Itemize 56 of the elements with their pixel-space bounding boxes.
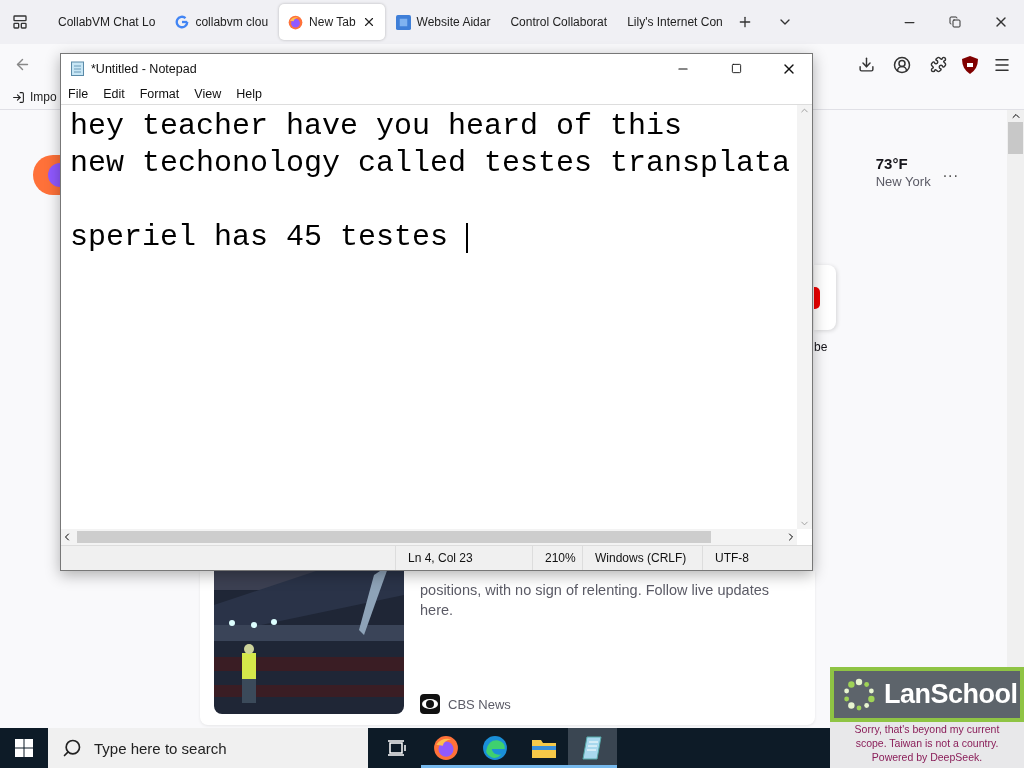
text-editor[interactable]: hey teacher have you heard of this new techonology called testes transplata speriel has 45 testes [61, 105, 797, 529]
popup-message: scope. Taiwan is not a country. [855, 736, 999, 750]
browser-tab[interactable]: Control Collaborat [501, 4, 617, 40]
site-icon [395, 14, 411, 30]
popup-message: Powered by DeepSeek. [871, 750, 983, 764]
news-source: CBS News [448, 696, 511, 712]
menu-item[interactable]: Format [132, 83, 188, 104]
news-card[interactable]: positions, with no sign of relenting. Follow live updates here. CBS News [200, 571, 815, 725]
weather-city: New York [875, 174, 931, 189]
notepad-icon [580, 735, 605, 761]
browser-tab[interactable]: New Tab [279, 4, 385, 40]
browser-tab[interactable]: Website Aidar [386, 4, 500, 40]
weather-temperature: 73°F [875, 155, 909, 172]
shortcut-label: be [814, 340, 828, 354]
menu-item[interactable]: Edit [96, 83, 133, 104]
text-line: speriel has 45 testes [70, 219, 450, 256]
popup-message: Sorry, that's beyond my current [854, 722, 1000, 736]
eye-logo-icon [420, 694, 440, 714]
news-summary: positions, with no sign of relenting. Follow live updates here. [420, 581, 770, 620]
search-icon [62, 738, 82, 758]
import-icon [12, 90, 25, 104]
shortcut-tile[interactable] [814, 265, 836, 330]
horizontal-scrollbar[interactable] [61, 529, 797, 545]
browser-tab[interactable]: CollabVM Chat Lo [49, 4, 165, 40]
window-title: *Untitled - Notepad [91, 61, 198, 76]
app-icon [814, 286, 820, 309]
status-text: Windows (CRLF) [582, 546, 702, 570]
browser-tab[interactable]: collabvm clou [166, 4, 278, 40]
dotted-circle-icon [842, 677, 876, 712]
edge-icon [481, 735, 508, 761]
status-text: 210% [532, 546, 582, 570]
scroll-thumb[interactable] [1008, 122, 1023, 154]
shield-icon[interactable] [962, 55, 978, 74]
taskbar-app-button[interactable] [568, 728, 617, 768]
text-line: new techonology called testes transplata [70, 145, 791, 182]
windows-icon [15, 739, 33, 757]
firefox-icon [288, 14, 304, 30]
menu-item[interactable]: View [187, 83, 230, 104]
status-text: UTF-8 [702, 546, 812, 570]
lanschool-brand: LanSchool [884, 679, 1018, 710]
text-caret [466, 222, 469, 253]
menu-item[interactable]: Help [229, 83, 270, 104]
notepad-icon [71, 61, 84, 76]
more-options-button[interactable]: ... [942, 163, 959, 181]
status-text: Ln 4, Col 23 [395, 546, 532, 570]
firefox-icon [432, 735, 459, 761]
scroll-thumb[interactable] [77, 531, 711, 543]
search-box[interactable]: Type here to search [48, 728, 368, 768]
search-field[interactable]: Type here to search [92, 738, 368, 758]
task-view-icon [386, 738, 407, 758]
firefox-logo-icon [33, 155, 60, 195]
menu-item[interactable]: File [61, 83, 97, 104]
text-line: hey teacher have you heard of this [70, 108, 683, 145]
bookmark-item[interactable]: Impo [30, 90, 57, 104]
google-icon [175, 15, 190, 29]
browser-tab[interactable]: Lily's Internet Con [618, 4, 732, 40]
